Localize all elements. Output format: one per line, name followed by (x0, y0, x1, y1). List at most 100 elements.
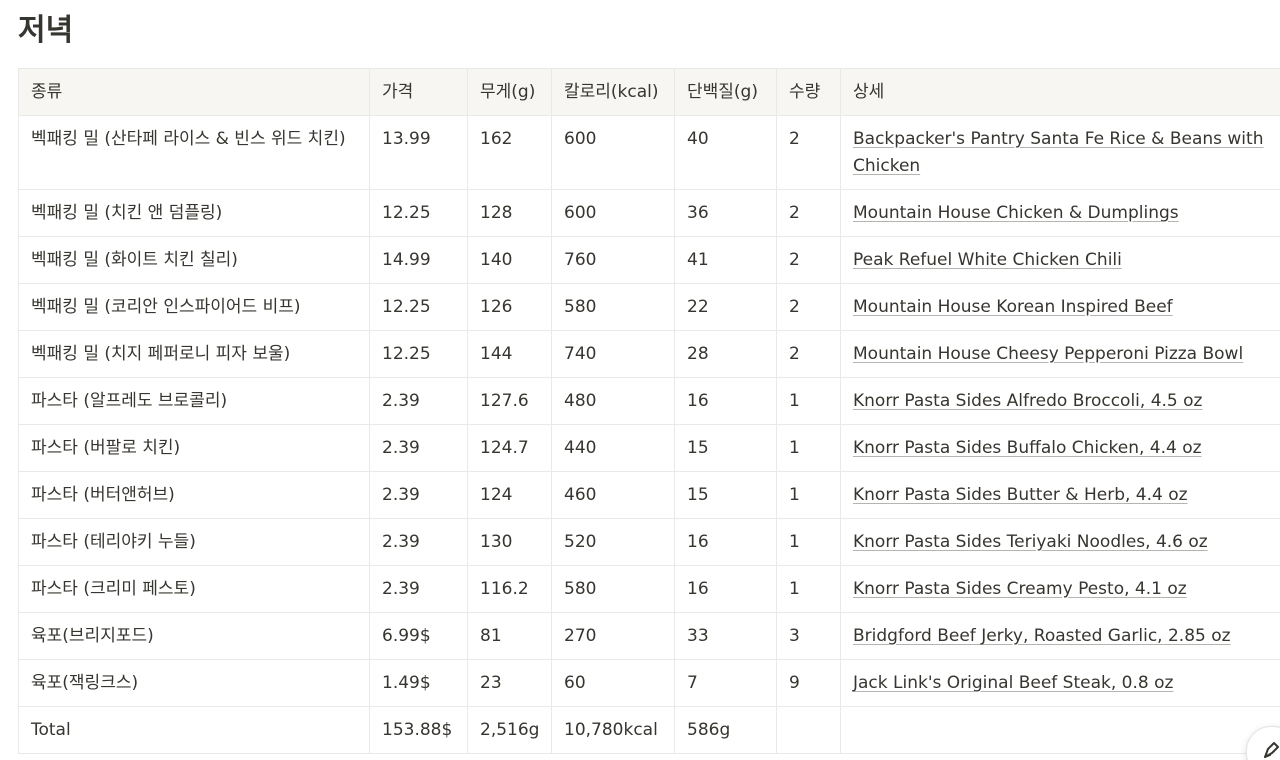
total-label[interactable]: Total (18, 706, 370, 754)
cell-calories[interactable]: 460 (551, 471, 675, 519)
cell-quantity[interactable]: 1 (776, 424, 841, 472)
total-price[interactable]: 153.88$ (369, 706, 468, 754)
cell-protein[interactable]: 16 (674, 565, 777, 613)
cell-type[interactable]: 벡패킹 밀 (치지 페퍼로니 피자 보울) (18, 330, 370, 378)
cell-calories[interactable]: 60 (551, 659, 675, 707)
detail-link[interactable]: Mountain House Cheesy Pepperoni Pizza Bo… (853, 344, 1243, 364)
detail-link[interactable]: Mountain House Korean Inspired Beef (853, 297, 1173, 317)
cell-protein[interactable]: 28 (674, 330, 777, 378)
column-header-weight[interactable]: 무게(g) (467, 68, 552, 116)
cell-quantity[interactable]: 1 (776, 471, 841, 519)
detail-link[interactable]: Backpacker's Pantry Santa Fe Rice & Bean… (853, 129, 1263, 176)
cell-quantity[interactable]: 9 (776, 659, 841, 707)
cell-type[interactable]: 벡패킹 밀 (코리안 인스파이어드 비프) (18, 283, 370, 331)
detail-link[interactable]: Mountain House Chicken & Dumplings (853, 203, 1179, 223)
column-header-price[interactable]: 가격 (369, 68, 468, 116)
cell-quantity[interactable]: 2 (776, 283, 841, 331)
cell-price[interactable]: 12.25 (369, 283, 468, 331)
cell-protein[interactable]: 16 (674, 377, 777, 425)
cell-type[interactable]: 벡패킹 밀 (화이트 치킨 칠리) (18, 236, 370, 284)
cell-calories[interactable]: 270 (551, 612, 675, 660)
cell-type[interactable]: 파스타 (버팔로 치킨) (18, 424, 370, 472)
cell-calories[interactable]: 440 (551, 424, 675, 472)
cell-quantity[interactable]: 2 (776, 330, 841, 378)
table-row: 파스타 (테리야키 누들) 2.39 130 520 16 1 Knorr Pa… (18, 518, 1280, 566)
cell-weight[interactable]: 124 (467, 471, 552, 519)
detail-link[interactable]: Peak Refuel White Chicken Chili (853, 250, 1122, 270)
cell-weight[interactable]: 23 (467, 659, 552, 707)
cell-calories[interactable]: 740 (551, 330, 675, 378)
cell-weight[interactable]: 128 (467, 189, 552, 237)
cell-price[interactable]: 2.39 (369, 471, 468, 519)
cell-type[interactable]: 파스타 (알프레도 브로콜리) (18, 377, 370, 425)
column-header-protein[interactable]: 단백질(g) (674, 68, 777, 116)
cell-type[interactable]: 벡패킹 밀 (산타페 라이스 & 빈스 위드 치킨) (18, 115, 370, 190)
cell-quantity[interactable]: 2 (776, 236, 841, 284)
cell-calories[interactable]: 600 (551, 115, 675, 190)
cell-protein[interactable]: 16 (674, 518, 777, 566)
cell-weight[interactable]: 127.6 (467, 377, 552, 425)
column-header-detail[interactable]: 상세 (840, 68, 1280, 116)
cell-weight[interactable]: 140 (467, 236, 552, 284)
cell-price[interactable]: 1.49$ (369, 659, 468, 707)
cell-calories[interactable]: 480 (551, 377, 675, 425)
cell-quantity[interactable]: 2 (776, 189, 841, 237)
cell-protein[interactable]: 41 (674, 236, 777, 284)
cell-type[interactable]: 육포(잭링크스) (18, 659, 370, 707)
cell-calories[interactable]: 580 (551, 565, 675, 613)
cell-price[interactable]: 2.39 (369, 377, 468, 425)
cell-price[interactable]: 12.25 (369, 330, 468, 378)
column-header-calories[interactable]: 칼로리(kcal) (551, 68, 675, 116)
cell-protein[interactable]: 22 (674, 283, 777, 331)
cell-protein[interactable]: 15 (674, 471, 777, 519)
cell-price[interactable]: 6.99$ (369, 612, 468, 660)
detail-link[interactable]: Knorr Pasta Sides Teriyaki Noodles, 4.6 … (853, 532, 1208, 552)
detail-link[interactable]: Knorr Pasta Sides Alfredo Broccoli, 4.5 … (853, 391, 1202, 411)
detail-link[interactable]: Knorr Pasta Sides Creamy Pesto, 4.1 oz (853, 579, 1187, 599)
column-header-quantity[interactable]: 수량 (776, 68, 841, 116)
detail-link[interactable]: Knorr Pasta Sides Butter & Herb, 4.4 oz (853, 485, 1188, 505)
cell-protein[interactable]: 36 (674, 189, 777, 237)
total-detail[interactable] (840, 706, 1280, 754)
detail-link[interactable]: Jack Link's Original Beef Steak, 0.8 oz (853, 673, 1173, 693)
total-weight[interactable]: 2,516g (467, 706, 552, 754)
total-calories[interactable]: 10,780kcal (551, 706, 675, 754)
cell-type[interactable]: 파스타 (버터앤허브) (18, 471, 370, 519)
cell-calories[interactable]: 760 (551, 236, 675, 284)
cell-quantity[interactable]: 3 (776, 612, 841, 660)
cell-protein[interactable]: 7 (674, 659, 777, 707)
cell-weight[interactable]: 130 (467, 518, 552, 566)
cell-weight[interactable]: 162 (467, 115, 552, 190)
cell-weight[interactable]: 81 (467, 612, 552, 660)
detail-link[interactable]: Knorr Pasta Sides Buffalo Chicken, 4.4 o… (853, 438, 1202, 458)
cell-weight[interactable]: 126 (467, 283, 552, 331)
cell-type[interactable]: 벡패킹 밀 (치킨 앤 덤플링) (18, 189, 370, 237)
cell-detail: Knorr Pasta Sides Buffalo Chicken, 4.4 o… (840, 424, 1280, 472)
cell-price[interactable]: 14.99 (369, 236, 468, 284)
cell-protein[interactable]: 33 (674, 612, 777, 660)
cell-price[interactable]: 2.39 (369, 424, 468, 472)
cell-price[interactable]: 2.39 (369, 518, 468, 566)
cell-protein[interactable]: 15 (674, 424, 777, 472)
cell-type[interactable]: 육포(브리지포드) (18, 612, 370, 660)
column-header-type[interactable]: 종류 (18, 68, 370, 116)
cell-weight[interactable]: 116.2 (467, 565, 552, 613)
cell-quantity[interactable]: 2 (776, 115, 841, 190)
cell-price[interactable]: 13.99 (369, 115, 468, 190)
cell-calories[interactable]: 600 (551, 189, 675, 237)
cell-quantity[interactable]: 1 (776, 518, 841, 566)
cell-calories[interactable]: 520 (551, 518, 675, 566)
cell-calories[interactable]: 580 (551, 283, 675, 331)
cell-protein[interactable]: 40 (674, 115, 777, 190)
cell-weight[interactable]: 124.7 (467, 424, 552, 472)
cell-weight[interactable]: 144 (467, 330, 552, 378)
detail-link[interactable]: Bridgford Beef Jerky, Roasted Garlic, 2.… (853, 626, 1231, 646)
cell-type[interactable]: 파스타 (크리미 페스토) (18, 565, 370, 613)
total-protein[interactable]: 586g (674, 706, 777, 754)
total-quantity[interactable] (776, 706, 841, 754)
cell-price[interactable]: 12.25 (369, 189, 468, 237)
cell-quantity[interactable]: 1 (776, 377, 841, 425)
cell-quantity[interactable]: 1 (776, 565, 841, 613)
cell-type[interactable]: 파스타 (테리야키 누들) (18, 518, 370, 566)
cell-price[interactable]: 2.39 (369, 565, 468, 613)
